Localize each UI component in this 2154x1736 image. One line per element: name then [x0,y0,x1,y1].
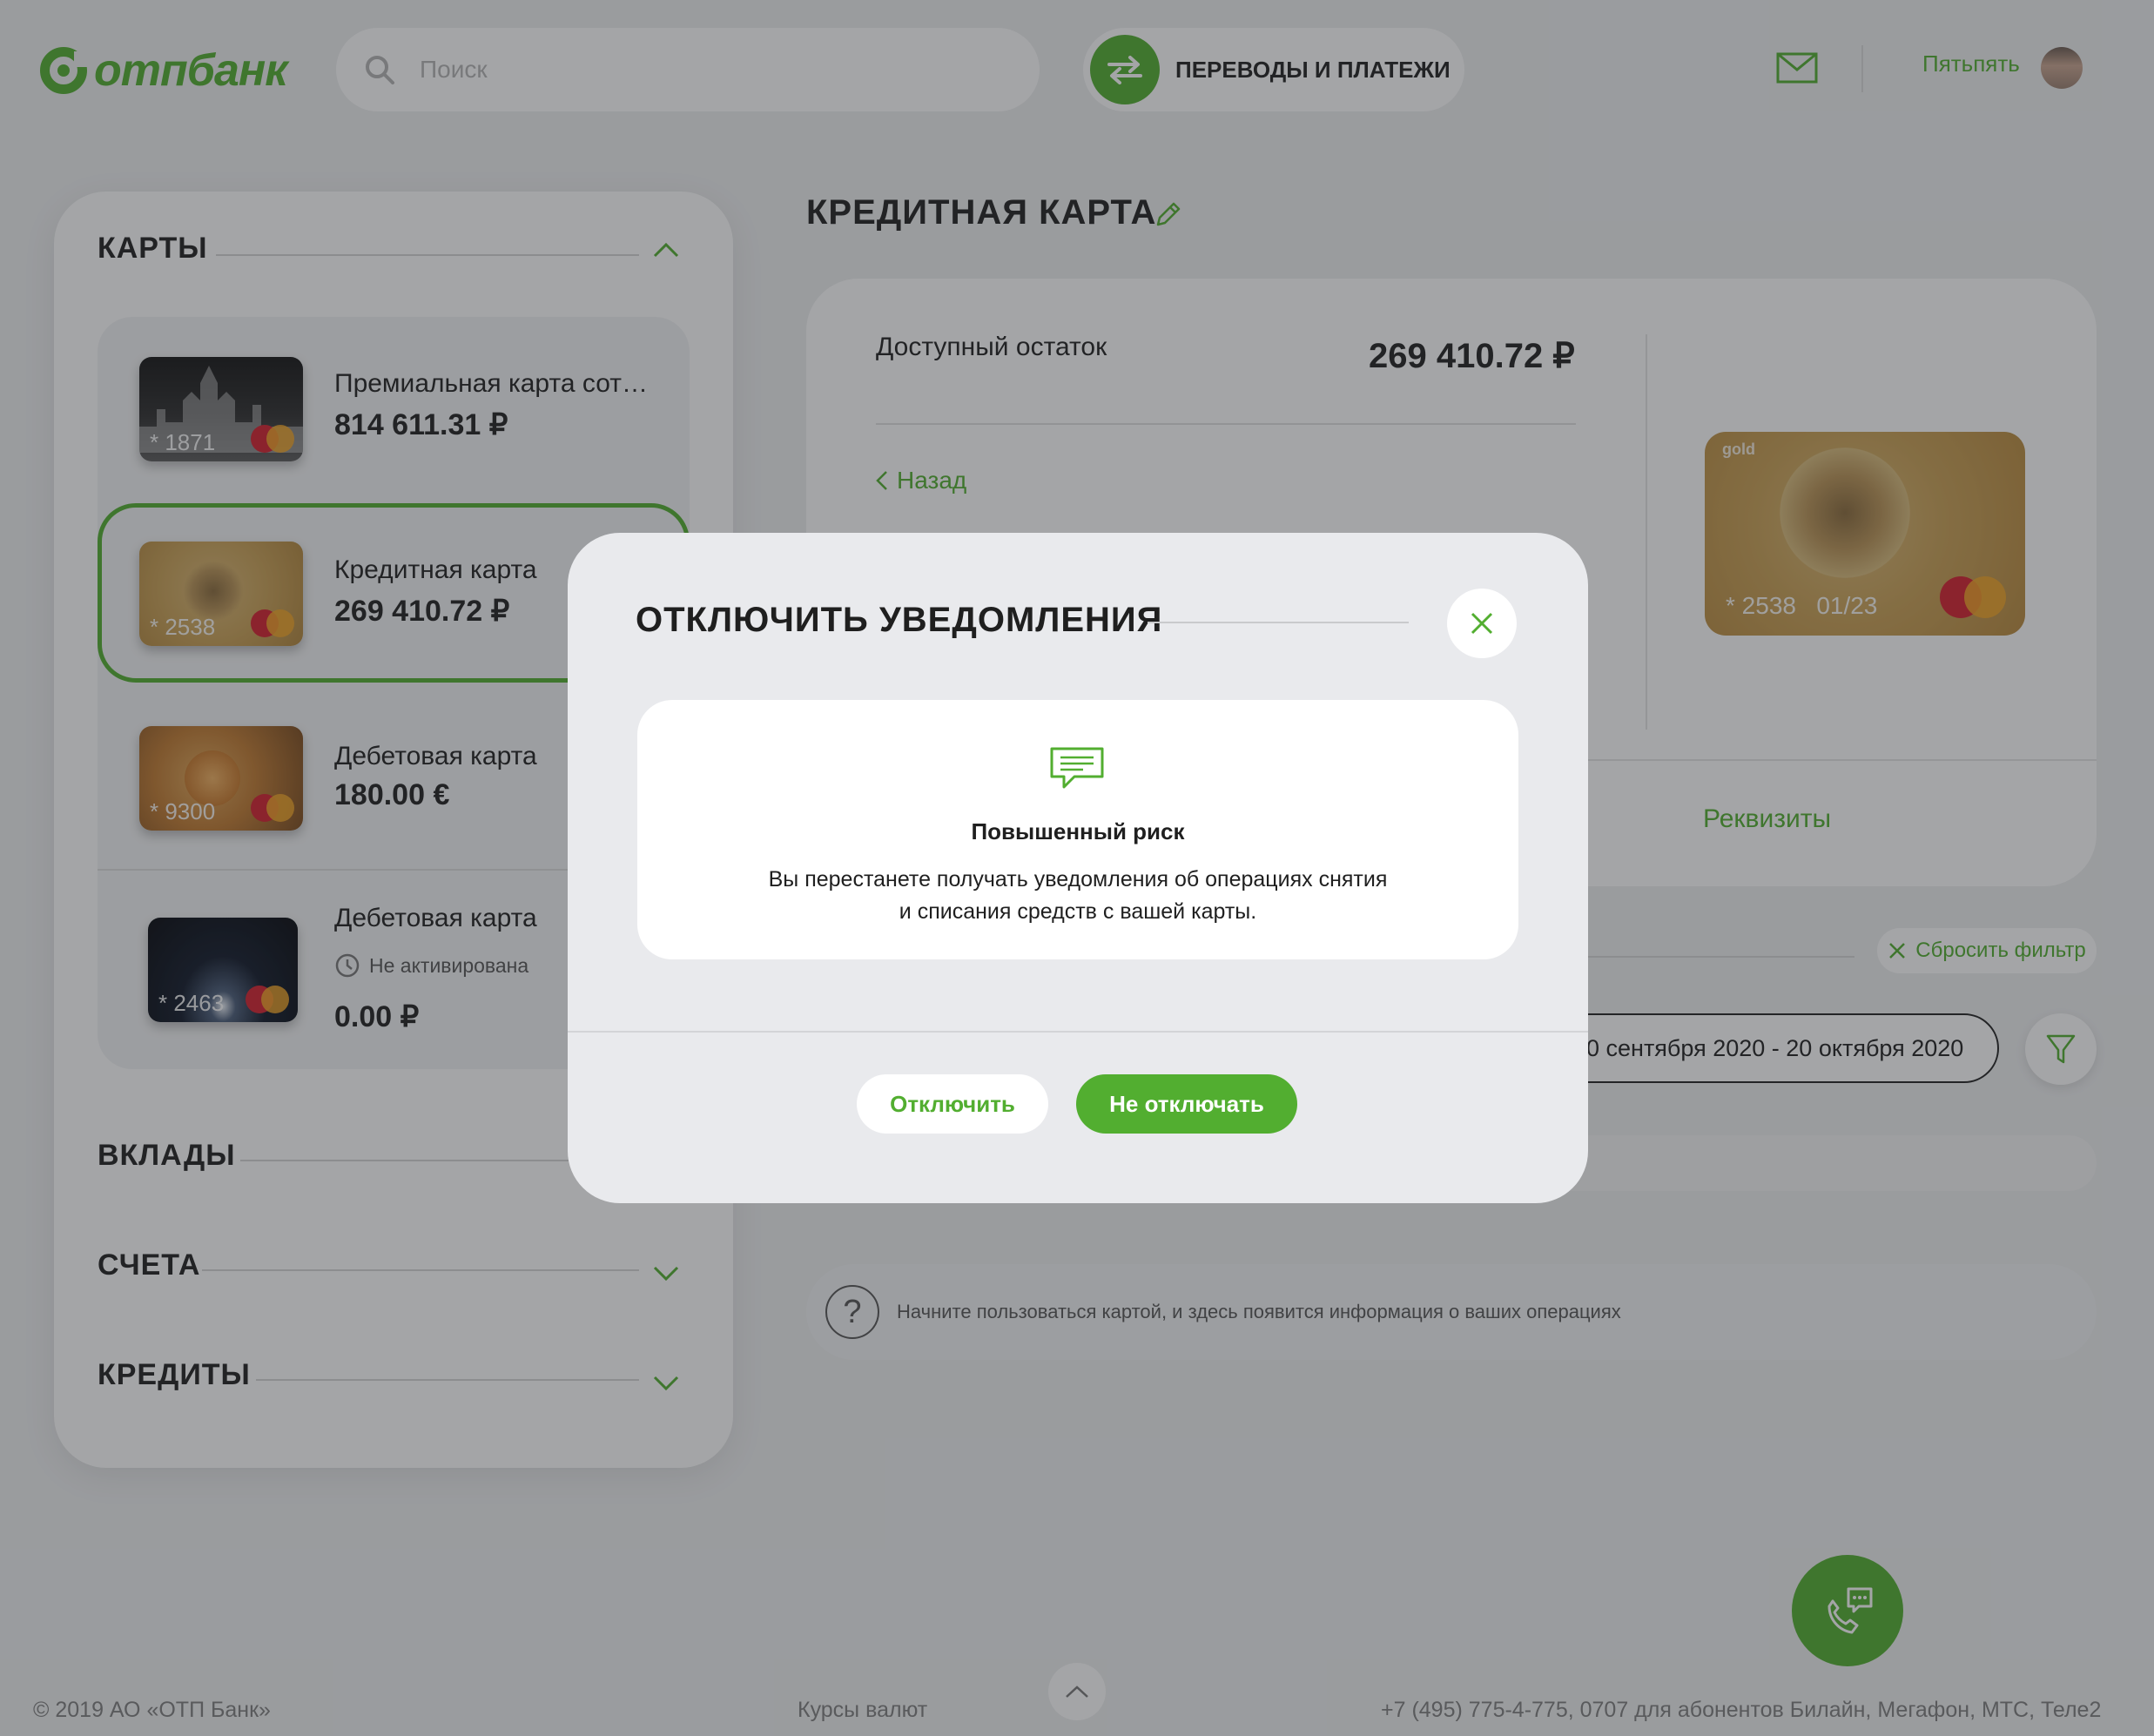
disable-button[interactable]: Отключить [857,1074,1048,1134]
risk-title: Повышенный риск [971,818,1185,844]
close-icon [1471,612,1493,635]
risk-warning-box: Повышенный риск Вы перестанете получать … [637,700,1518,959]
modal-title-line [1148,622,1409,623]
keep-enabled-button[interactable]: Не отключать [1076,1074,1297,1134]
modal-title: ОТКЛЮЧИТЬ УВЕДОМЛЕНИЯ [636,601,1163,639]
disable-notifications-modal: ОТКЛЮЧИТЬ УВЕДОМЛЕНИЯ Повышенный риск Вы… [568,533,1588,1203]
modal-divider [568,1031,1588,1033]
message-bubble-icon [1050,747,1104,789]
modal-close-button[interactable] [1447,589,1517,658]
risk-description: Вы перестанете получать уведомления об о… [768,867,1388,924]
